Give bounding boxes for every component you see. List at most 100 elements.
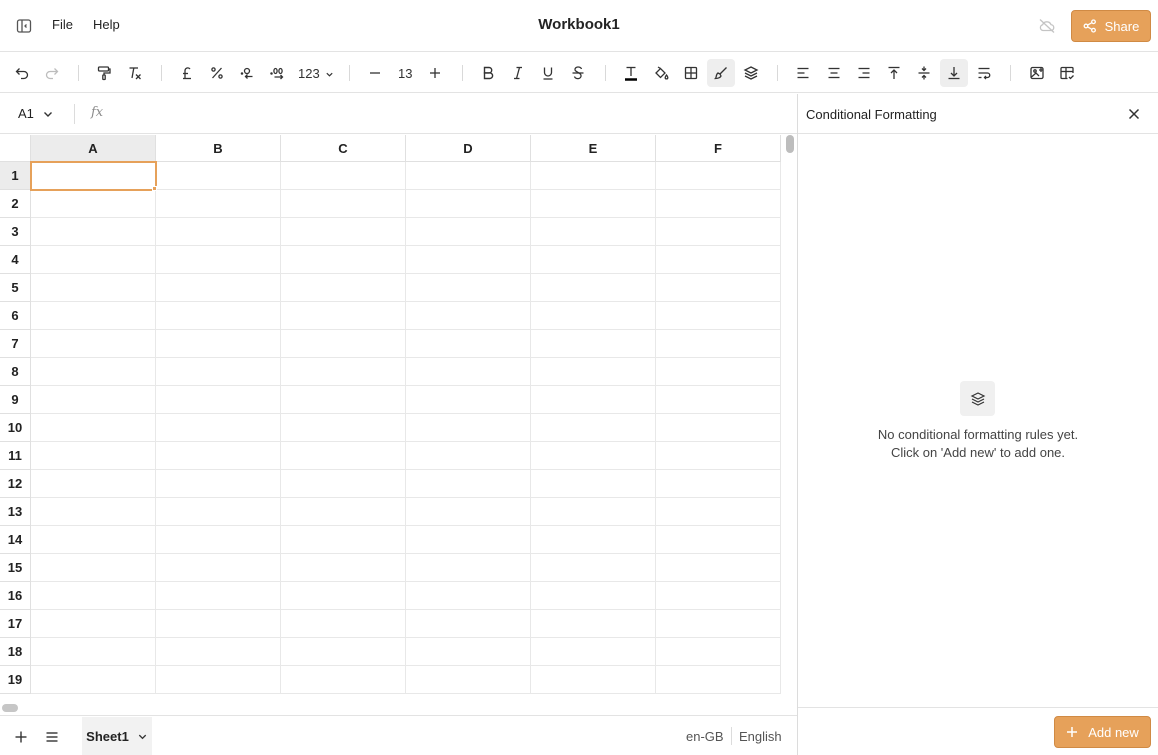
grid-cell[interactable] [31,638,156,666]
grid-cell[interactable] [531,190,656,218]
grid-cell[interactable] [406,554,531,582]
row-header[interactable]: 19 [0,666,31,694]
row-header[interactable]: 11 [0,442,31,470]
underline-icon[interactable] [534,59,562,87]
grid-cell[interactable] [656,666,781,694]
font-size-value[interactable]: 13 [398,66,412,81]
spreadsheet-grid[interactable]: A B C D E F 1 2 3 4 5 6 7 8 9 10 11 12 13 14 15 16 17 18 19 [0,135,782,700]
row-header[interactable]: 8 [0,358,31,386]
column-header[interactable]: F [656,135,781,162]
grid-cell[interactable] [156,526,281,554]
grid-cell[interactable] [656,190,781,218]
row-header[interactable]: 10 [0,414,31,442]
grid-cell[interactable] [406,638,531,666]
grid-cell[interactable] [531,470,656,498]
locale-selector[interactable]: en-GB [686,729,724,744]
grid-cell[interactable] [156,330,281,358]
grid-cell[interactable] [406,470,531,498]
grid-cell[interactable] [656,274,781,302]
sheet-list-icon[interactable] [42,727,62,747]
sidebar-toggle-icon[interactable] [14,16,34,36]
grid-cell[interactable] [156,302,281,330]
grid-cell[interactable] [281,274,406,302]
grid-cell[interactable] [406,582,531,610]
grid-cell[interactable] [406,274,531,302]
grid-cell[interactable] [406,498,531,526]
grid-cell[interactable] [531,666,656,694]
grid-cell[interactable] [531,582,656,610]
align-bottom-icon[interactable] [940,59,968,87]
grid-cell[interactable] [656,162,781,190]
sheet-tab[interactable]: Sheet1 [82,717,152,755]
grid-cell[interactable] [31,190,156,218]
clear-format-icon[interactable] [121,59,149,87]
grid-cell[interactable] [156,358,281,386]
grid-cell[interactable] [31,414,156,442]
grid-cell[interactable] [281,666,406,694]
grid-cell[interactable] [531,638,656,666]
fill-color-icon[interactable] [647,59,675,87]
undo-icon[interactable] [8,59,36,87]
grid-cell[interactable] [656,554,781,582]
percent-icon[interactable] [203,59,231,87]
grid-cell[interactable] [156,190,281,218]
grid-cell[interactable] [531,330,656,358]
grid-cell[interactable] [31,582,156,610]
menu-help[interactable]: Help [93,17,120,32]
grid-cell[interactable] [531,526,656,554]
format-painter-brush-icon[interactable] [707,59,735,87]
grid-cell[interactable] [281,190,406,218]
grid-cell[interactable] [656,582,781,610]
share-button[interactable]: Share [1071,10,1151,42]
align-top-icon[interactable] [880,59,908,87]
grid-cell[interactable] [656,442,781,470]
grid-cell[interactable] [31,302,156,330]
grid-cell[interactable] [31,218,156,246]
row-header[interactable]: 17 [0,610,31,638]
column-header[interactable]: C [281,135,406,162]
decrease-decimal-icon[interactable] [233,59,261,87]
grid-cell[interactable] [31,498,156,526]
grid-cell[interactable] [656,414,781,442]
row-header[interactable]: 12 [0,470,31,498]
formula-input[interactable] [115,102,775,126]
grid-cell[interactable] [156,610,281,638]
row-header[interactable]: 2 [0,190,31,218]
language-selector[interactable]: English [739,729,782,744]
grid-cell[interactable] [531,414,656,442]
grid-cell[interactable] [156,218,281,246]
grid-cell[interactable] [156,442,281,470]
grid-cell[interactable] [531,358,656,386]
grid-cell[interactable] [406,610,531,638]
grid-cell[interactable] [31,162,156,190]
grid-cell[interactable] [281,442,406,470]
grid-cell[interactable] [656,330,781,358]
grid-cell[interactable] [156,498,281,526]
grid-cell[interactable] [156,274,281,302]
row-header[interactable]: 15 [0,554,31,582]
layers-icon[interactable] [737,59,765,87]
redo-icon[interactable] [38,59,66,87]
grid-cell[interactable] [281,414,406,442]
row-header[interactable]: 4 [0,246,31,274]
grid-cell[interactable] [531,554,656,582]
row-header[interactable]: 13 [0,498,31,526]
grid-cell[interactable] [656,302,781,330]
grid-cell[interactable] [281,582,406,610]
grid-cell[interactable] [406,526,531,554]
row-header[interactable]: 3 [0,218,31,246]
grid-cell[interactable] [406,218,531,246]
grid-cell[interactable] [406,414,531,442]
grid-cell[interactable] [31,554,156,582]
grid-cell[interactable] [656,246,781,274]
grid-cell[interactable] [31,386,156,414]
column-header[interactable]: A [31,135,156,162]
align-right-icon[interactable] [850,59,878,87]
grid-cell[interactable] [281,162,406,190]
grid-cell[interactable] [406,358,531,386]
column-header[interactable]: B [156,135,281,162]
grid-cell[interactable] [656,470,781,498]
row-header[interactable]: 18 [0,638,31,666]
grid-cell[interactable] [531,246,656,274]
grid-cell[interactable] [31,358,156,386]
